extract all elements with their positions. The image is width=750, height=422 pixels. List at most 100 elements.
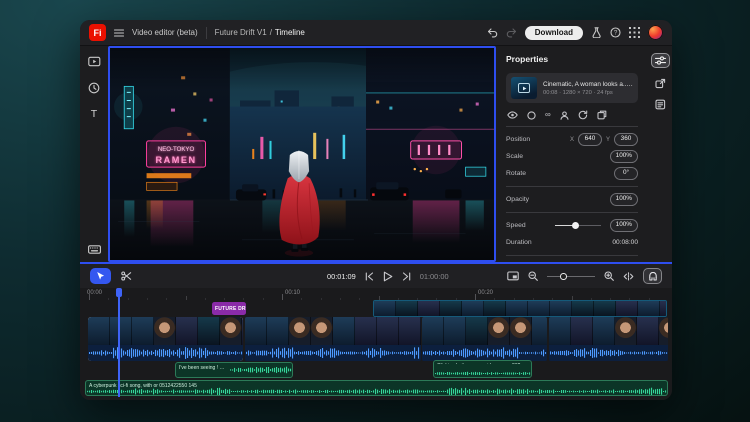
position-row: Position X 640 Y 360 — [506, 131, 638, 148]
thumbnail-cell — [659, 317, 668, 345]
person-icon[interactable] — [560, 111, 569, 120]
video-clip[interactable] — [549, 317, 668, 361]
clip-audio-waveform — [88, 345, 243, 361]
waveform-svg — [434, 370, 531, 377]
video-clip[interactable] — [422, 317, 547, 361]
thumbnail-cell — [466, 317, 488, 345]
opacity-label: Opacity — [506, 196, 529, 203]
cut-tool-button[interactable] — [121, 271, 132, 281]
next-frame-icon — [402, 272, 411, 281]
video-preview[interactable]: NEO-TOKYO NEO-TOKYO RAMEN RAMEN — [108, 46, 496, 262]
divider — [506, 212, 638, 213]
thumbnail-cell — [377, 317, 399, 345]
speed-input[interactable]: 100% — [610, 219, 638, 231]
hamburger-menu-button[interactable] — [114, 29, 124, 37]
divider — [506, 255, 638, 256]
properties-panel: Properties Cinematic, A woman looks a...… — [496, 46, 648, 262]
clip-audio-waveform — [422, 345, 547, 361]
export-tab-button[interactable] — [655, 78, 666, 89]
redo-button[interactable] — [506, 27, 517, 38]
thumbnail-cell — [660, 301, 667, 316]
crop-icon[interactable] — [597, 110, 607, 120]
main-area: T — [80, 46, 672, 262]
thumbnail-cell — [242, 317, 243, 345]
top-bar: Fi Video editor (beta) Future Drift V1 /… — [80, 20, 672, 46]
properties-tab-button[interactable] — [651, 53, 670, 68]
refresh-icon[interactable] — [578, 110, 588, 120]
previous-frame-button[interactable] — [365, 272, 374, 281]
mask-icon[interactable] — [527, 111, 536, 120]
video-clip-selected[interactable] — [88, 317, 243, 361]
selected-clip-card[interactable]: Cinematic, A woman looks a... xflgenvid … — [506, 73, 638, 103]
clip-thumbnail — [511, 77, 537, 99]
clock-icon — [88, 82, 100, 94]
next-frame-button[interactable] — [402, 272, 411, 281]
share-icon — [655, 78, 666, 89]
thumbnail-cell — [440, 301, 462, 316]
title-clip[interactable]: FUTURE DRI — [212, 302, 246, 315]
thumbnail-cell — [245, 317, 267, 345]
beta-feedback-button[interactable] — [591, 27, 602, 38]
split-clip-button[interactable] — [623, 272, 634, 281]
notes-tab-button[interactable] — [655, 99, 666, 110]
select-tool-button[interactable] — [90, 268, 111, 284]
eye-icon[interactable] — [507, 111, 518, 119]
apps-grid-icon — [629, 27, 640, 38]
zoom-out-button[interactable] — [528, 271, 538, 281]
main-video-track — [88, 317, 668, 361]
music-clip-label: A cyberpunk sci-fi song, with or 0512422… — [86, 381, 200, 390]
play-button[interactable] — [383, 271, 393, 282]
hamburger-icon — [114, 29, 124, 37]
timeline-panel[interactable]: 00:0000:1000:20 FUTURE DRI I've been se — [80, 288, 672, 400]
play-icon — [383, 271, 393, 282]
download-button[interactable]: Download — [525, 26, 583, 40]
media-tool-button[interactable] — [88, 56, 101, 67]
snapping-toggle-button[interactable] — [643, 268, 662, 284]
opacity-input[interactable]: 100% — [610, 193, 638, 205]
filmstrip — [88, 317, 243, 345]
x-axis-label: X — [570, 137, 574, 143]
playhead[interactable] — [118, 288, 120, 397]
sfx-audio-clip[interactable]: Clicking buttons on a video game 2020 fa… — [433, 360, 532, 378]
firefly-logo[interactable]: Fi — [89, 24, 106, 41]
thumbnail-cell — [615, 317, 637, 345]
thumbnail-cell — [549, 317, 571, 345]
overlay-video-clip[interactable] — [373, 300, 667, 317]
ruler-tick — [147, 298, 148, 300]
user-avatar[interactable] — [648, 25, 663, 40]
thumbnail-cell — [396, 301, 418, 316]
fit-to-window-icon — [507, 271, 519, 281]
thumbnail-cell — [267, 317, 289, 345]
keyboard-shortcuts-button[interactable] — [88, 245, 101, 254]
zoom-in-button[interactable] — [604, 271, 614, 281]
rotate-input[interactable]: 0° — [614, 167, 638, 179]
timeline-zoom-slider[interactable] — [547, 272, 595, 281]
breadcrumb[interactable]: Future Drift V1 / Timeline — [215, 28, 305, 37]
history-tool-button[interactable] — [88, 82, 100, 94]
scale-input[interactable]: 100% — [610, 150, 638, 162]
scale-label: Scale — [506, 153, 523, 160]
help-button[interactable]: ? — [610, 27, 621, 38]
position-x-input[interactable]: 640 — [578, 133, 602, 145]
breadcrumb-project[interactable]: Future Drift V1 — [215, 28, 267, 37]
text-tool-button[interactable]: T — [91, 109, 97, 120]
loop-icon[interactable]: ∞ — [545, 111, 551, 119]
thumbnail-cell — [616, 301, 638, 316]
desktop-background: Fi Video editor (beta) Future Drift V1 /… — [0, 0, 750, 422]
dialog-clip-label: I've been seeing ! gMF — [176, 363, 229, 377]
waveform-svg — [88, 345, 243, 361]
dialog-audio-clip[interactable]: I've been seeing ! gMF — [175, 362, 293, 378]
video-editor-window: Fi Video editor (beta) Future Drift V1 /… — [80, 20, 672, 400]
apps-grid-button[interactable] — [629, 27, 640, 38]
clip-name: Cinematic, A woman looks a... xflgenvid — [543, 81, 633, 88]
video-clip[interactable] — [245, 317, 421, 361]
speed-slider[interactable] — [555, 221, 601, 230]
position-y-input[interactable]: 360 — [614, 133, 638, 145]
fit-timeline-button[interactable] — [507, 271, 519, 281]
undo-button[interactable] — [487, 27, 498, 38]
music-audio-clip[interactable]: A cyberpunk sci-fi song, with or 0512422… — [85, 380, 668, 396]
rotate-label: Rotate — [506, 170, 526, 177]
undo-icon — [487, 27, 498, 38]
topbar-divider — [206, 27, 207, 39]
zoom-out-icon — [528, 271, 538, 281]
